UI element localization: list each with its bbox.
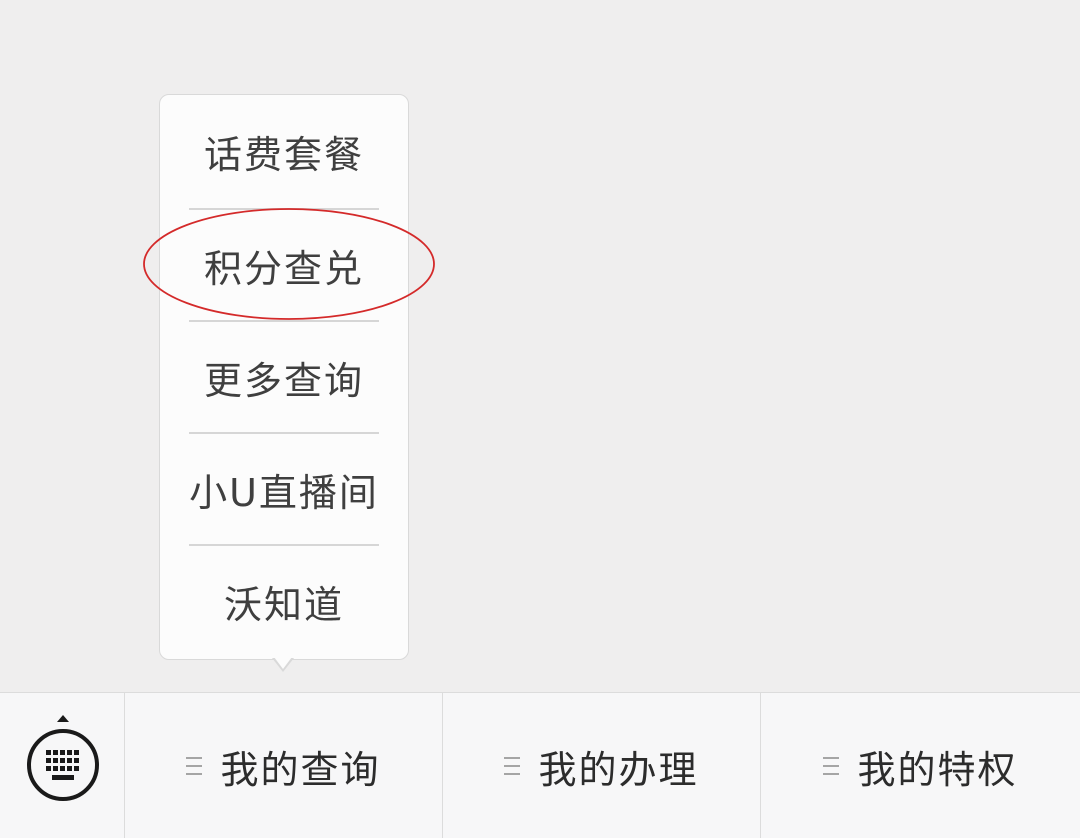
- submenu-item-live-room[interactable]: 小U直播间: [160, 433, 408, 545]
- submenu-item-phone-plan[interactable]: 话费套餐: [160, 95, 408, 207]
- keyboard-icon: [27, 715, 99, 801]
- tab-label: 我的特权: [857, 747, 1018, 792]
- bottom-menu-bar: 我的查询 我的办理 我的特权: [0, 692, 1080, 838]
- tab-my-queries[interactable]: 我的查询: [125, 693, 443, 838]
- chat-screen: 话费套餐 积分查兑 更多查询 小U直播间 沃知道 我的查询 我的办理 我的特权: [0, 0, 1080, 838]
- keyboard-toggle-button[interactable]: [0, 693, 125, 838]
- tab-label: 我的办理: [538, 747, 699, 792]
- tab-my-privileges[interactable]: 我的特权: [761, 693, 1080, 838]
- submenu-item-more-queries[interactable]: 更多查询: [160, 321, 408, 433]
- tab-my-services[interactable]: 我的办理: [443, 693, 761, 838]
- submenu-item-points-redeem[interactable]: 积分查兑: [160, 209, 408, 321]
- tab-label: 我的查询: [220, 747, 381, 792]
- submenu-popup: 话费套餐 积分查兑 更多查询 小U直播间 沃知道: [159, 94, 409, 660]
- menu-lines-icon: [504, 755, 521, 777]
- menu-lines-icon: [186, 755, 203, 777]
- menu-lines-icon: [823, 755, 840, 777]
- submenu-item-wo-know[interactable]: 沃知道: [160, 545, 408, 657]
- popup-pointer-fill: [274, 657, 292, 669]
